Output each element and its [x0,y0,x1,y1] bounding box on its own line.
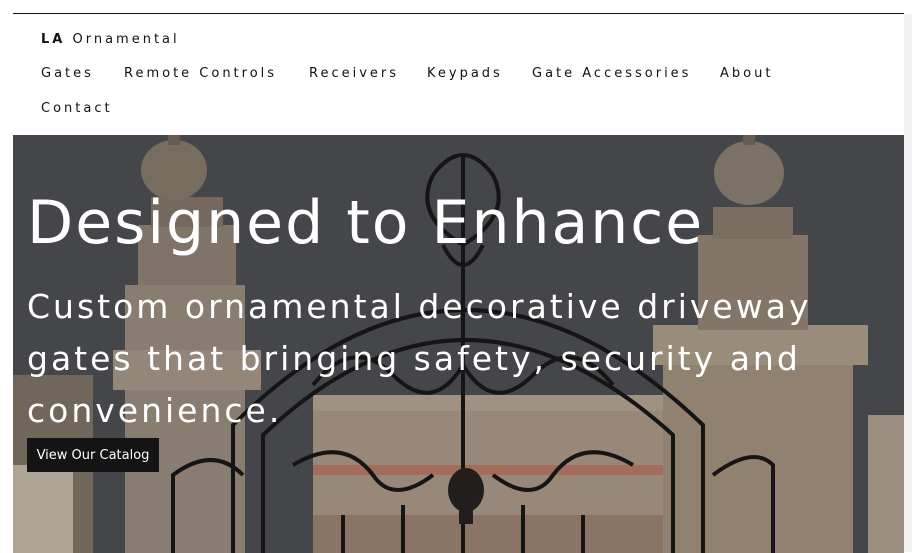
page-scrollbar[interactable] [904,14,912,552]
page-frame: LA Ornamental Gates Remote Controls Rece… [13,13,904,553]
nav-item-keypads[interactable]: Keypads [427,66,503,81]
nav-item-about[interactable]: About [720,66,773,81]
nav-item-remote-controls[interactable]: Remote Controls [124,66,277,81]
brand-strong: LA [41,32,66,47]
hero-subtitle: Custom ornamental decorative driveway ga… [27,287,812,430]
brand-name: Ornamental [72,32,180,47]
site-header: LA Ornamental Gates Remote Controls Rece… [13,14,904,135]
nav-item-gates[interactable]: Gates [41,66,94,81]
site-logo[interactable]: LA Ornamental [41,32,180,47]
hero-title: Designed to Enhance [27,188,705,258]
nav-item-contact[interactable]: Contact [41,101,113,116]
hero-section: Designed to Enhance Custom ornamental de… [13,135,904,553]
nav-item-receivers[interactable]: Receivers [309,66,399,81]
view-catalog-button[interactable]: View Our Catalog [27,438,159,472]
nav-item-gate-accessories[interactable]: Gate Accessories [532,66,691,81]
